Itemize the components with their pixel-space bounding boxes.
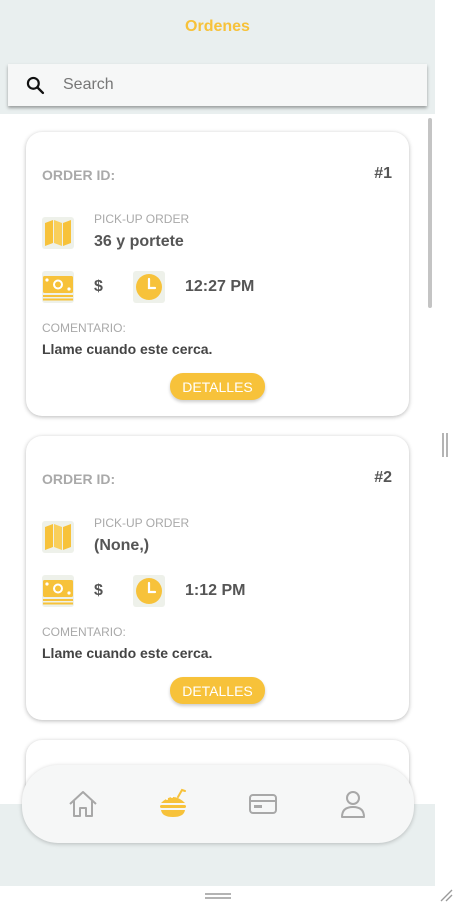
home-icon [69,791,97,817]
clock-icon [133,575,165,607]
order-id-value: #2 [374,469,392,486]
tab-home[interactable] [63,784,103,824]
side-resize-handle[interactable] [441,432,449,458]
order-card: ORDER ID: #2 PICK-UP ORDER (None,) $ 1:1… [26,436,409,720]
app-window: Ordenes ORDER ID: #1 PICK-UP ORDER 36 y … [0,0,435,886]
clock-icon [133,271,165,303]
pickup-label: PICK-UP ORDER [94,212,190,226]
tab-profile[interactable] [333,784,373,824]
details-button[interactable]: DETALLES [170,677,265,704]
pickup-value: (None,) [94,537,150,554]
order-time: 1:12 PM [185,582,246,599]
food-icon [160,788,186,817]
search-icon[interactable] [25,75,45,95]
map-icon [42,217,74,249]
orders-list[interactable]: ORDER ID: #1 PICK-UP ORDER 36 y portete [0,114,435,804]
comment-value: Llame cuando este cerca. [42,341,213,357]
page-title: Ordenes [185,18,250,35]
money-icon [42,575,74,607]
pickup-value: 36 y portete [94,233,184,250]
resize-grip-icon[interactable] [438,887,454,903]
map-icon [42,521,74,553]
bottom-tab-bar [22,765,414,843]
order-id-label: ORDER ID: [42,167,116,183]
pickup-label: PICK-UP ORDER [94,516,190,530]
money-icon [42,271,74,303]
details-button[interactable]: DETALLES [170,373,265,400]
user-icon [341,791,365,818]
comment-value: Llame cuando este cerca. [42,645,213,661]
top-bar: Ordenes [0,0,435,56]
order-time: 12:27 PM [185,278,255,295]
price-value: $ [94,278,103,295]
search-bar[interactable] [8,64,427,106]
comment-label: COMENTARIO: [42,321,126,335]
price-value: $ [94,582,103,599]
order-id-value: #1 [374,165,392,182]
comment-label: COMENTARIO: [42,625,126,639]
order-id-label: ORDER ID: [42,471,116,487]
search-input[interactable] [63,76,393,94]
list-scrollbar[interactable] [428,118,432,308]
order-card: ORDER ID: #1 PICK-UP ORDER 36 y portete [26,132,409,416]
tab-payments[interactable] [243,784,283,824]
bottom-resize-handle[interactable] [204,892,232,900]
tab-orders[interactable] [153,784,193,824]
card-icon [249,794,277,814]
